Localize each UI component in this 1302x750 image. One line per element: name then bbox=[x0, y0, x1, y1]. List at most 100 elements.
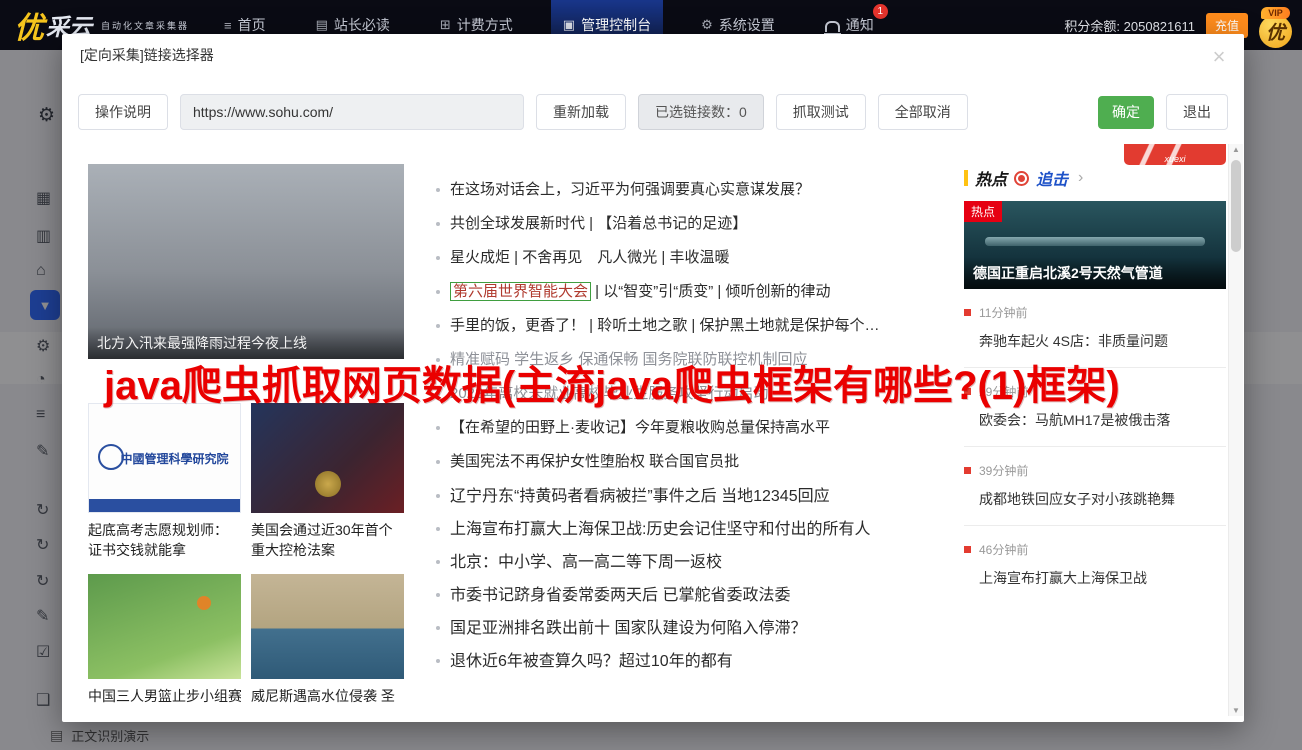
hot-list-item: 11分钟前 奔驰车起火 4S店：非质量问题 bbox=[964, 304, 1226, 368]
hot-feature-caption: 德国正重启北溪2号天然气管道 bbox=[964, 257, 1226, 289]
modal-header: [定向采集]链接选择器 × bbox=[62, 34, 1244, 76]
exit-button[interactable]: 退出 bbox=[1166, 94, 1228, 130]
nav-label: 通知 bbox=[846, 15, 874, 35]
hot-item-title[interactable]: 欧委会：马航MH17是被俄击落 bbox=[979, 410, 1226, 430]
url-input[interactable] bbox=[180, 94, 524, 130]
news-image-card[interactable]: 中國管理科學研究院 起底高考志愿规划师：证书交钱就能拿 bbox=[88, 403, 241, 560]
promo-banner[interactable]: xuexi bbox=[1124, 144, 1226, 165]
basketball-icon bbox=[197, 596, 211, 610]
news-link[interactable]: 国足亚洲排名跌出前十 国家队建设为何陷入停滞？ bbox=[434, 618, 964, 640]
card-caption: 起底高考志愿规划师：证书交钱就能拿 bbox=[88, 520, 241, 560]
news-link[interactable]: 市委书记跻身省委常委两天后 已掌舵省委政法委 bbox=[434, 585, 964, 607]
nav-label: 站长必读 bbox=[334, 15, 390, 35]
card-caption: 中国三人男篮止步小组赛 bbox=[88, 686, 241, 706]
bullet-icon bbox=[436, 593, 440, 597]
news-link[interactable]: 星火成炬 | 不舍再见 凡人微光 | 丰收温暖 bbox=[434, 248, 964, 268]
scroll-down-icon[interactable]: ▼ bbox=[1229, 706, 1243, 715]
news-link[interactable]: 共创全球发展新时代 | 【沿着总书记的足迹】 bbox=[434, 214, 964, 234]
news-link[interactable]: 【在希望的田野上·麦收记】今年夏粮收购总量保持高水平 bbox=[434, 418, 964, 438]
hot-item-title[interactable]: 成都地铁回应女子对小孩跳艳舞 bbox=[979, 489, 1226, 509]
selected-count-button[interactable]: 已选链接数：0 bbox=[638, 94, 764, 130]
book-icon: ▤ bbox=[316, 17, 328, 33]
hot-topics-header[interactable]: 热点 追击 › bbox=[964, 166, 1226, 190]
credit-balance: 积分余额: 2050821611 bbox=[1064, 16, 1195, 35]
red-square-icon bbox=[964, 388, 971, 395]
help-button[interactable]: 操作说明 bbox=[78, 94, 168, 130]
grab-test-button[interactable]: 抓取测试 bbox=[776, 94, 866, 130]
hot-item-title[interactable]: 上海宣布打赢大上海保卫战 bbox=[979, 568, 1226, 588]
bullet-icon bbox=[436, 188, 440, 192]
news-link[interactable]: 手里的饭，更香了！ | 聆听土地之歌 | 保护黑土地就是保护每个… bbox=[434, 316, 964, 336]
pipeline-photo bbox=[985, 237, 1205, 246]
embedded-webpage: 北方入汛来最强降雨过程今夜上线 中國管理科學研究院 起底高考志愿规划师：证书交钱… bbox=[62, 144, 1244, 716]
biden-photo bbox=[251, 403, 404, 513]
news-link[interactable]: 2022年离校未就业高校毕业生服务攻坚行动启动 bbox=[434, 384, 964, 404]
nav-label: 计费方式 bbox=[457, 15, 513, 35]
confirm-button[interactable]: 确定 bbox=[1098, 96, 1154, 129]
home-menu-icon: ≡ bbox=[224, 18, 232, 33]
brand-logo-main: 优 bbox=[14, 3, 44, 47]
red-square-icon bbox=[964, 309, 971, 316]
bullet-icon bbox=[436, 626, 440, 630]
cancel-all-button[interactable]: 全部取消 bbox=[878, 94, 968, 130]
news-image-card[interactable]: 威尼斯遇高水位侵袭 圣 bbox=[251, 574, 404, 706]
basketball-photo bbox=[88, 574, 241, 679]
bullet-icon bbox=[436, 560, 440, 564]
scrollbar[interactable]: ▲ ▼ bbox=[1228, 144, 1243, 716]
avatar: 优 bbox=[1259, 15, 1292, 48]
hot-topics-panel: 热点 追击 › 热点 德国正重启北溪2号天然气管道 11分钟前 奔驰车起火 4S… bbox=[964, 166, 1226, 604]
academy-photo: 中國管理科學研究院 bbox=[88, 403, 241, 513]
bell-icon bbox=[825, 21, 840, 32]
feature-caption: 北方入汛来最强降雨过程今夜上线 bbox=[88, 327, 404, 359]
card-caption: 威尼斯遇高水位侵袭 圣 bbox=[251, 686, 404, 706]
news-link-selected[interactable]: 第六届世界智能大会 | 以“智变”引“质变” | 倾听创新的律动 bbox=[434, 282, 964, 302]
news-link[interactable]: 北京：中小学、高一高二等下周一返校 bbox=[434, 552, 964, 574]
brand-tagline: 自动化文章采集器 bbox=[101, 19, 189, 32]
billing-icon: ⊞ bbox=[440, 17, 451, 33]
news-image-card[interactable]: 美国会通过近30年首个重大控枪法案 bbox=[251, 403, 404, 560]
image-card-grid: 中國管理科學研究院 起底高考志愿规划师：证书交钱就能拿 美国会通过近30年首个重… bbox=[88, 403, 404, 706]
academy-strip bbox=[89, 499, 240, 512]
selected-link-box: 第六届世界智能大会 bbox=[450, 282, 591, 301]
left-image-column: 北方入汛来最强降雨过程今夜上线 中國管理科學研究院 起底高考志愿规划师：证书交钱… bbox=[88, 164, 404, 706]
news-link[interactable]: 在这场对话会上，习近平为何强调要真心实意谋发展？ bbox=[434, 180, 964, 200]
hot-badge: 热点 bbox=[964, 201, 1002, 222]
hot-item-time: 29分钟前 bbox=[964, 383, 1226, 400]
promo-text: xuexi bbox=[1164, 154, 1185, 164]
account-logo[interactable]: VIP 优 bbox=[1259, 3, 1292, 48]
feature-news-card[interactable]: 北方入汛来最强降雨过程今夜上线 bbox=[88, 164, 404, 359]
news-link[interactable]: 辽宁丹东“持黄码者看病被拦”事件之后 当地12345回应 bbox=[434, 486, 964, 508]
hot-list-item: 39分钟前 成都地铁回应女子对小孩跳艳舞 bbox=[964, 462, 1226, 526]
hot-feature-card[interactable]: 热点 德国正重启北溪2号天然气管道 bbox=[964, 201, 1226, 289]
hot-item-time: 39分钟前 bbox=[964, 462, 1226, 479]
bullet-icon bbox=[436, 358, 440, 362]
close-icon[interactable]: × bbox=[1204, 42, 1234, 72]
bullet-icon bbox=[436, 527, 440, 531]
gear-icon: ⚙ bbox=[701, 17, 713, 33]
news-link[interactable]: 美国宪法不再保护女性堕胎权 联合国官员批 bbox=[434, 452, 964, 472]
bullet-icon bbox=[436, 222, 440, 226]
console-icon: ▣ bbox=[563, 17, 575, 33]
reload-button[interactable]: 重新加载 bbox=[536, 94, 626, 130]
yellow-bar-icon bbox=[964, 170, 968, 186]
modal-toolbar: 操作说明 重新加载 已选链接数：0 抓取测试 全部取消 确定 退出 bbox=[78, 94, 1228, 130]
chevron-right-icon: › bbox=[1078, 169, 1083, 187]
nav-label: 首页 bbox=[238, 15, 266, 35]
bullet-icon bbox=[436, 324, 440, 328]
hot-item-time: 46分钟前 bbox=[964, 541, 1226, 558]
academy-label: 中國管理科學研究院 bbox=[120, 450, 228, 467]
scroll-up-icon[interactable]: ▲ bbox=[1229, 145, 1243, 154]
news-image-card[interactable]: 中国三人男篮止步小组赛 bbox=[88, 574, 241, 706]
news-link[interactable]: 退休近6年被查算久吗？超过10年的都有 bbox=[434, 651, 964, 673]
red-square-icon bbox=[964, 467, 971, 474]
news-link[interactable]: 上海宣布打赢大上海保卫战:历史会记住坚守和付出的所有人 bbox=[434, 519, 964, 541]
bullet-icon bbox=[436, 494, 440, 498]
hot-item-title[interactable]: 奔驰车起火 4S店：非质量问题 bbox=[979, 331, 1226, 351]
red-square-icon bbox=[964, 546, 971, 553]
bullet-icon bbox=[436, 426, 440, 430]
hot-title: 热点 bbox=[975, 166, 1007, 190]
podium-seal-icon bbox=[315, 471, 341, 497]
nav-label: 系统设置 bbox=[719, 15, 775, 35]
scrollbar-thumb[interactable] bbox=[1231, 160, 1241, 252]
news-link[interactable]: 精准赋码 学生返乡 保通保畅 国务院联防联控机制回应 bbox=[434, 350, 964, 370]
